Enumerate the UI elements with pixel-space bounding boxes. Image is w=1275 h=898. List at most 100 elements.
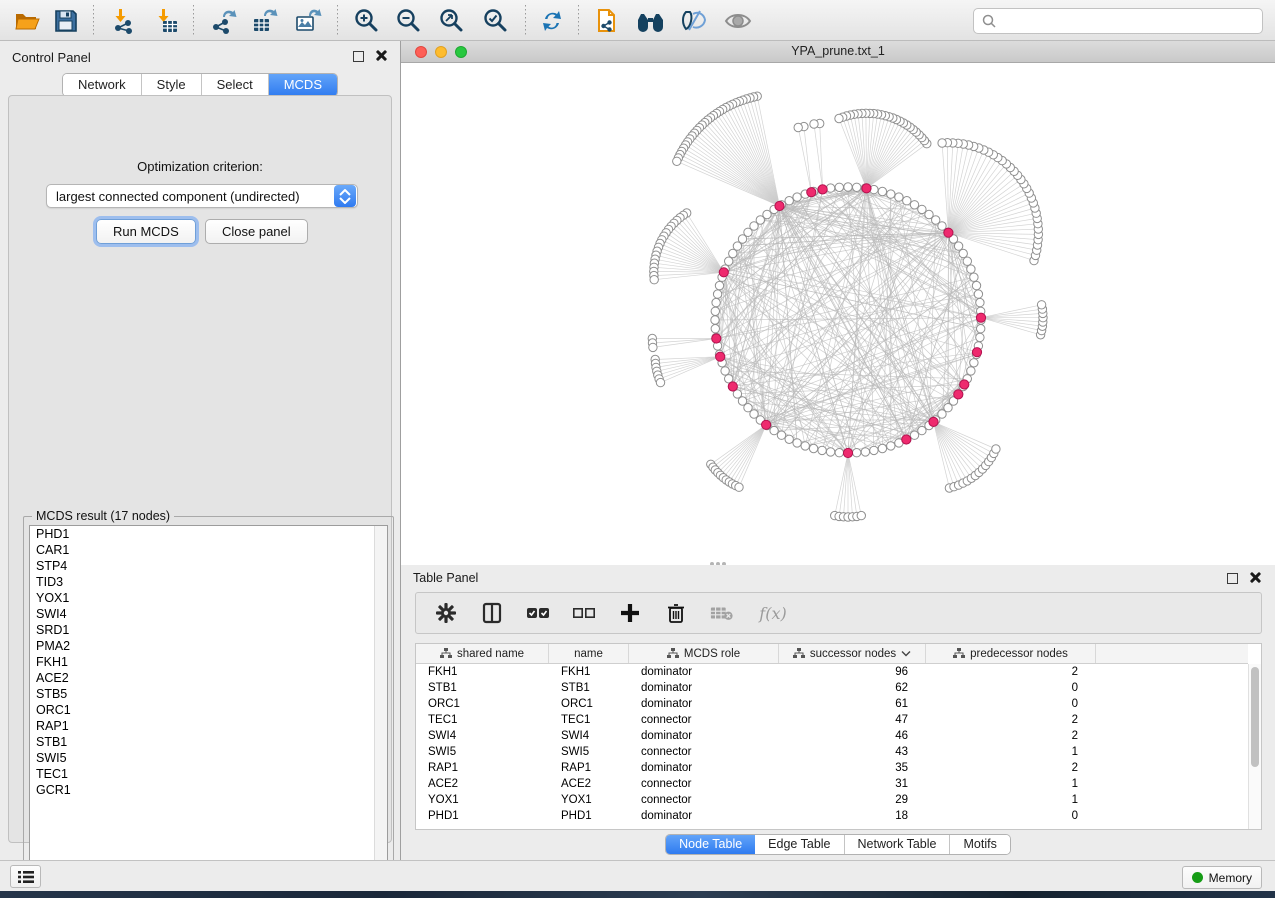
tab-network[interactable]: Network (63, 74, 142, 96)
search-network-icon[interactable] (634, 4, 668, 37)
table-row[interactable]: FKH1FKH1dominator962 (416, 664, 1248, 680)
mcds-result-item[interactable]: GCR1 (30, 782, 387, 798)
export-image-icon[interactable] (291, 4, 325, 37)
mcds-result-item[interactable]: ORC1 (30, 702, 387, 718)
export-network-icon[interactable] (207, 4, 241, 37)
close-panel-button[interactable]: Close panel (205, 219, 308, 244)
select-stepper-icon (334, 185, 356, 207)
attribute-tree-icon (953, 648, 965, 659)
table-row[interactable]: ORC1ORC1dominator610 (416, 696, 1248, 712)
tab-style[interactable]: Style (142, 74, 202, 96)
column-header-successor-nodes[interactable]: successor nodes (779, 644, 926, 663)
close-panel-icon[interactable] (374, 49, 387, 62)
column-header-MCDS-role[interactable]: MCDS role (629, 644, 779, 663)
cell-shared-name: FKH1 (416, 664, 549, 680)
table-scrollbar-thumb[interactable] (1251, 667, 1259, 767)
refresh-layout-icon[interactable] (535, 4, 569, 37)
tab-node-table[interactable]: Node Table (666, 835, 755, 854)
optimization-criterion-select[interactable]: largest connected component (undirected) (46, 184, 358, 208)
mcds-result-item[interactable]: STP4 (30, 558, 387, 574)
table-row[interactable]: TEC1TEC1connector472 (416, 712, 1248, 728)
delete-table-icon[interactable] (710, 601, 734, 625)
cell-successor-nodes: 31 (779, 776, 926, 792)
cell-predecessor-nodes: 1 (926, 776, 1096, 792)
zoom-selected-icon[interactable] (479, 4, 513, 37)
cell-shared-name: STB1 (416, 680, 549, 696)
mcds-result-item[interactable]: SWI4 (30, 606, 387, 622)
float-panel-icon[interactable] (353, 51, 364, 62)
deselect-all-icon[interactable] (572, 601, 596, 625)
float-table-panel-icon[interactable] (1227, 573, 1238, 584)
mcds-result-item[interactable]: TEC1 (30, 766, 387, 782)
select-all-icon[interactable] (526, 601, 550, 625)
tab-select[interactable]: Select (202, 74, 269, 96)
vision-filter-icon[interactable] (677, 4, 711, 37)
mcds-result-item[interactable]: RAP1 (30, 718, 387, 734)
split-panel-icon[interactable] (480, 601, 504, 625)
search-input[interactable] (997, 11, 1262, 31)
result-list-scrollbar[interactable] (374, 526, 387, 880)
close-table-panel-icon[interactable] (1248, 571, 1261, 584)
mcds-result-item[interactable]: STB1 (30, 734, 387, 750)
tab-edge-table[interactable]: Edge Table (755, 835, 844, 854)
table-row[interactable]: STB1STB1dominator620 (416, 680, 1248, 696)
mcds-result-item[interactable]: PHD1 (30, 526, 387, 542)
tab-motifs[interactable]: Motifs (950, 835, 1009, 854)
delete-column-icon[interactable] (664, 601, 688, 625)
table-scrollbar[interactable] (1248, 664, 1261, 829)
mcds-result-item[interactable]: ACE2 (30, 670, 387, 686)
zoom-in-icon[interactable] (350, 4, 384, 37)
save-session-icon[interactable] (49, 4, 83, 37)
network-canvas[interactable] (401, 63, 1275, 565)
task-history-list-icon[interactable] (10, 865, 41, 888)
mcds-result-item[interactable]: SRD1 (30, 622, 387, 638)
table-row[interactable]: ACE2ACE2connector311 (416, 776, 1248, 792)
control-panel-title: Control Panel (12, 50, 91, 65)
column-header-name[interactable]: name (549, 644, 629, 663)
tab-mcds[interactable]: MCDS (269, 74, 337, 96)
cell-MCDS-role: dominator (629, 696, 779, 712)
mcds-result-item[interactable]: SWI5 (30, 750, 387, 766)
table-row[interactable]: SWI5SWI5connector431 (416, 744, 1248, 760)
mcds-result-item[interactable]: TID3 (30, 574, 387, 590)
add-column-icon[interactable] (618, 601, 642, 625)
import-table-icon[interactable] (150, 4, 184, 37)
mcds-result-list[interactable]: PHD1CAR1STP4TID3YOX1SWI4SRD1PMA2FKH1ACE2… (29, 525, 388, 881)
table-panel: Table Panel (401, 565, 1275, 860)
cell-MCDS-role: dominator (629, 664, 779, 680)
mcds-result-item[interactable]: PMA2 (30, 638, 387, 654)
cell-MCDS-role: connector (629, 744, 779, 760)
cell-MCDS-role: connector (629, 776, 779, 792)
column-header-shared-name[interactable]: shared name (416, 644, 549, 663)
function-builder-icon[interactable]: f(x) (756, 601, 790, 625)
mcds-result-item[interactable]: CAR1 (30, 542, 387, 558)
network-window-titlebar[interactable]: YPA_prune.txt_1 (401, 41, 1275, 63)
cell-name: YOX1 (549, 792, 629, 808)
run-mcds-button[interactable]: Run MCDS (96, 219, 196, 244)
table-settings-gear-icon[interactable] (434, 601, 458, 625)
table-row[interactable]: YOX1YOX1connector291 (416, 792, 1248, 808)
cell-MCDS-role: connector (629, 792, 779, 808)
control-panel: Control Panel NetworkStyleSelectMCDS Opt… (0, 41, 401, 860)
table-toolbar: f(x) (415, 592, 1262, 634)
table-row[interactable]: SWI4SWI4dominator462 (416, 728, 1248, 744)
export-table-icon[interactable] (248, 4, 282, 37)
zoom-out-icon[interactable] (392, 4, 426, 37)
cell-successor-nodes: 43 (779, 744, 926, 760)
tab-network-table[interactable]: Network Table (845, 835, 951, 854)
toolbar-separator (337, 5, 338, 35)
memory-button[interactable]: Memory (1182, 866, 1262, 889)
share-document-icon[interactable] (591, 4, 625, 37)
open-file-icon[interactable] (10, 4, 44, 37)
zoom-fit-icon[interactable] (435, 4, 469, 37)
table-panel-tabs: Node TableEdge TableNetwork TableMotifs (401, 834, 1275, 855)
show-graphics-eye-icon[interactable] (721, 4, 755, 37)
table-row[interactable]: PHD1PHD1dominator180 (416, 808, 1248, 824)
mcds-result-item[interactable]: STB5 (30, 686, 387, 702)
mcds-result-item[interactable]: YOX1 (30, 590, 387, 606)
mcds-result-item[interactable]: FKH1 (30, 654, 387, 670)
import-network-icon[interactable] (107, 4, 141, 37)
toolbar-search-box[interactable] (973, 8, 1263, 34)
table-row[interactable]: RAP1RAP1dominator352 (416, 760, 1248, 776)
column-header-predecessor-nodes[interactable]: predecessor nodes (926, 644, 1096, 663)
